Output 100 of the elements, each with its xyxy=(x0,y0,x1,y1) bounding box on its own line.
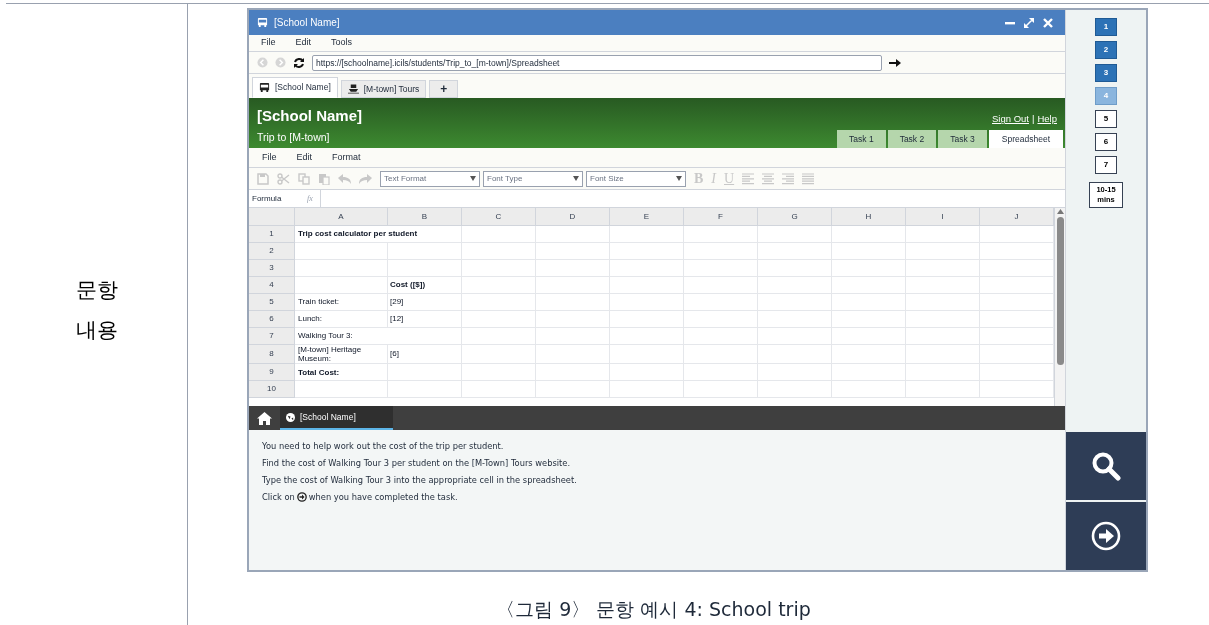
dropdown[interactable]: Text Format xyxy=(380,170,480,187)
table-cell[interactable] xyxy=(536,328,610,345)
table-cell[interactable]: [6] xyxy=(388,345,462,365)
table-cell[interactable] xyxy=(610,364,684,382)
browser-tab[interactable]: [M-town] Tours xyxy=(340,80,427,98)
table-cell[interactable] xyxy=(906,260,980,277)
table-cell[interactable] xyxy=(536,226,610,243)
menu-item[interactable]: Edit xyxy=(296,150,313,165)
maximize-icon[interactable] xyxy=(1024,17,1034,28)
progress-step[interactable]: 1 xyxy=(1095,18,1117,36)
table-cell[interactable] xyxy=(906,345,980,365)
table-cell[interactable] xyxy=(684,277,758,294)
table-cell[interactable] xyxy=(832,260,906,277)
table-cell[interactable] xyxy=(610,243,684,260)
table-cell[interactable] xyxy=(536,381,610,399)
table-cell[interactable] xyxy=(684,311,758,328)
table-cell[interactable] xyxy=(906,328,980,345)
table-cell[interactable] xyxy=(295,277,388,294)
table-cell[interactable]: Walking Tour 3: xyxy=(295,328,462,345)
back-icon[interactable] xyxy=(257,57,268,68)
table-cell[interactable] xyxy=(684,345,758,365)
table-cell[interactable] xyxy=(758,381,832,399)
table-cell[interactable] xyxy=(295,243,388,260)
browser-tab[interactable]: [School Name] xyxy=(252,77,338,98)
table-cell[interactable] xyxy=(684,260,758,277)
forward-icon[interactable] xyxy=(275,57,286,68)
task-tab[interactable]: Task 2 xyxy=(887,130,937,148)
table-cell[interactable] xyxy=(610,328,684,345)
table-cell[interactable] xyxy=(388,260,462,277)
refresh-icon[interactable] xyxy=(293,56,305,69)
menu-item[interactable]: Edit xyxy=(295,36,312,50)
menu-item[interactable]: Tools xyxy=(331,36,353,50)
table-cell[interactable] xyxy=(758,243,832,260)
table-cell[interactable] xyxy=(832,226,906,243)
menu-item[interactable]: File xyxy=(262,150,277,165)
dropdown[interactable]: Font Type xyxy=(483,170,583,187)
table-cell[interactable] xyxy=(758,294,832,311)
progress-step[interactable]: 6 xyxy=(1095,133,1117,151)
align-center-icon[interactable] xyxy=(762,172,775,185)
progress-step[interactable]: 7 xyxy=(1095,156,1117,174)
table-cell[interactable] xyxy=(462,364,536,382)
task-tab[interactable]: Task 1 xyxy=(837,130,886,148)
search-button[interactable] xyxy=(1066,432,1146,500)
table-cell[interactable] xyxy=(610,311,684,328)
table-cell[interactable] xyxy=(832,311,906,328)
page-tab[interactable]: [School Name] xyxy=(280,406,393,430)
table-cell[interactable] xyxy=(462,277,536,294)
table-cell[interactable] xyxy=(906,226,980,243)
table-cell[interactable] xyxy=(536,243,610,260)
menu-item[interactable]: Format xyxy=(332,150,361,165)
table-cell[interactable] xyxy=(536,260,610,277)
table-cell[interactable]: Total Cost: xyxy=(295,364,388,382)
table-corner[interactable] xyxy=(249,208,295,226)
redo-icon[interactable] xyxy=(359,173,372,184)
table-cell[interactable] xyxy=(684,226,758,243)
scissors-icon[interactable] xyxy=(277,172,290,185)
table-cell[interactable] xyxy=(536,294,610,311)
scrollbar-thumb[interactable] xyxy=(1056,217,1064,365)
table-cell[interactable] xyxy=(906,364,980,382)
table-cell[interactable]: [12] xyxy=(388,311,462,328)
header-link[interactable]: Sign Out xyxy=(992,112,1029,127)
table-cell[interactable] xyxy=(462,226,536,243)
task-tab[interactable]: Spreadsheet xyxy=(988,130,1063,148)
table-cell[interactable] xyxy=(462,260,536,277)
close-icon[interactable] xyxy=(1043,17,1053,28)
table-cell[interactable] xyxy=(295,381,388,399)
align-right-icon[interactable] xyxy=(782,172,795,185)
menu-item[interactable]: File xyxy=(261,36,276,50)
paste-icon[interactable] xyxy=(318,172,330,185)
table-cell[interactable] xyxy=(906,294,980,311)
table-cell[interactable] xyxy=(610,381,684,399)
table-cell[interactable] xyxy=(758,345,832,365)
table-cell[interactable] xyxy=(684,364,758,382)
save-icon[interactable] xyxy=(257,172,269,185)
table-cell[interactable] xyxy=(684,243,758,260)
table-cell[interactable] xyxy=(462,381,536,399)
table-cell[interactable] xyxy=(906,311,980,328)
table-cell[interactable]: Trip cost calculator per student xyxy=(295,226,462,243)
progress-step[interactable]: 3 xyxy=(1095,64,1117,82)
table-cell[interactable] xyxy=(536,364,610,382)
table-cell[interactable] xyxy=(758,364,832,382)
table-cell[interactable] xyxy=(295,260,388,277)
table-cell[interactable] xyxy=(684,328,758,345)
table-cell[interactable]: Cost ([$]) xyxy=(388,277,462,294)
table-cell[interactable] xyxy=(536,345,610,365)
next-button[interactable] xyxy=(1066,502,1146,570)
progress-step[interactable]: 5 xyxy=(1095,110,1117,128)
dropdown[interactable]: Font Size xyxy=(586,170,686,187)
table-cell[interactable] xyxy=(832,381,906,399)
table-cell[interactable]: [29] xyxy=(388,294,462,311)
undo-icon[interactable] xyxy=(338,173,351,184)
table-cell[interactable] xyxy=(462,311,536,328)
table-cell[interactable] xyxy=(684,294,758,311)
table-cell[interactable] xyxy=(906,381,980,399)
table-cell[interactable] xyxy=(462,328,536,345)
table-cell[interactable] xyxy=(832,345,906,365)
table-cell[interactable] xyxy=(758,328,832,345)
progress-step[interactable]: 2 xyxy=(1095,41,1117,59)
table-cell[interactable] xyxy=(758,260,832,277)
table-cell[interactable] xyxy=(388,381,462,399)
